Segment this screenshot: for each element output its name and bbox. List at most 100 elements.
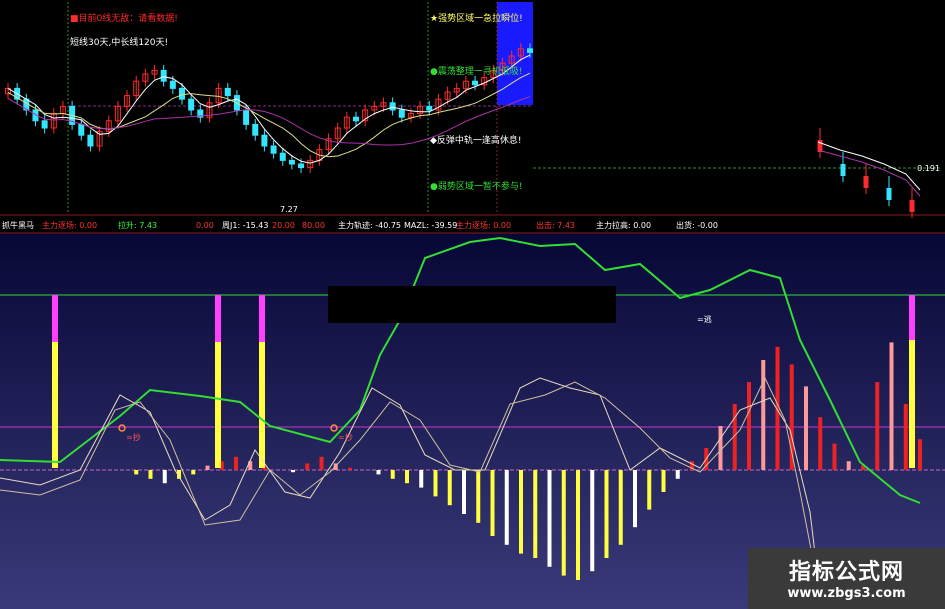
signal-column-top bbox=[259, 295, 265, 342]
histogram-bar bbox=[191, 470, 196, 475]
histogram-bar bbox=[675, 470, 680, 479]
histogram-bar bbox=[590, 470, 595, 572]
indicator-item-6: 80.00 bbox=[302, 221, 325, 230]
price-low-label: 7.27 bbox=[280, 205, 298, 214]
histogram-bar bbox=[875, 382, 880, 470]
indicator-item-8: MAZL: -39.59 bbox=[404, 221, 457, 230]
candle-body bbox=[288, 159, 295, 165]
signal-column-top bbox=[909, 295, 915, 340]
candle-body bbox=[863, 176, 869, 188]
candle-body bbox=[426, 105, 433, 111]
histogram-bar bbox=[490, 470, 495, 536]
signal-column-body bbox=[909, 340, 915, 468]
indicator-item-12: 出货: -0.00 bbox=[676, 220, 718, 230]
histogram-bar bbox=[576, 470, 580, 580]
histogram-bar bbox=[903, 404, 908, 470]
histogram-bar bbox=[390, 470, 395, 479]
candle-body bbox=[398, 109, 405, 118]
histogram-bar bbox=[419, 470, 424, 488]
signal-label-1: =抄 bbox=[126, 432, 141, 442]
candle-body bbox=[353, 116, 359, 122]
indicator-item-3: 0.00 bbox=[196, 221, 214, 230]
annotation-text-2: 短线30天,中长线120天! bbox=[70, 36, 168, 48]
annotation-consolidation: ●震荡整理一寻机低吸! bbox=[430, 65, 522, 77]
price-level-label: 0.191 bbox=[917, 164, 940, 173]
histogram-bar bbox=[319, 456, 324, 470]
candle-body bbox=[188, 98, 195, 111]
signal-column-body bbox=[215, 342, 221, 468]
histogram-bar bbox=[205, 465, 210, 470]
annotation-weak-zone: ●弱势区域一暂不参与! bbox=[430, 180, 522, 192]
signal-column-body bbox=[52, 342, 58, 468]
histogram-bar bbox=[633, 470, 637, 528]
histogram-bar bbox=[162, 470, 167, 484]
indicator-item-1: 主力逐场: 0.00 bbox=[42, 220, 97, 230]
histogram-bar bbox=[661, 470, 666, 492]
candle-body bbox=[87, 134, 94, 147]
candle-body bbox=[472, 80, 479, 86]
histogram-bar bbox=[234, 456, 238, 470]
histogram-bar bbox=[134, 470, 139, 475]
annotation-rebound: ◆反弹中轨一逢高休息! bbox=[430, 134, 522, 146]
candle-body bbox=[279, 152, 286, 161]
histogram-bar bbox=[433, 470, 438, 497]
candle-body bbox=[243, 109, 250, 125]
histogram-bar bbox=[761, 360, 766, 470]
histogram-bar bbox=[889, 342, 894, 470]
indicator-item-7: 主力轨迹: -40.75 bbox=[338, 220, 401, 230]
candle-body bbox=[179, 87, 185, 100]
candle-body bbox=[886, 188, 892, 200]
indicator-item-5: 20.00 bbox=[272, 221, 295, 230]
indicator-item-10: 出击: 7.43 bbox=[536, 220, 575, 230]
indicator-item-4: 周J1: -15.43 bbox=[222, 221, 268, 230]
watermark-title: 指标公式网 bbox=[788, 560, 904, 585]
histogram-bar bbox=[618, 470, 623, 545]
histogram-bar bbox=[846, 461, 851, 470]
histogram-bar bbox=[447, 470, 452, 506]
candle-body bbox=[169, 80, 176, 89]
chart-window: ■目前0线无敌：请看数据! 短线30天,中长线120天! ★强势区域一急拉瞬位! ●震… bbox=[0, 0, 945, 609]
annotation-strong-zone: ★强势区域一急拉瞬位! bbox=[430, 12, 523, 24]
signal-column-body bbox=[259, 342, 265, 468]
annotation-text-1: ■目前0线无敌：请看数据! bbox=[70, 12, 178, 24]
indicator-item-9: 主力逐场: 0.00 bbox=[456, 220, 511, 230]
histogram-bar bbox=[376, 470, 381, 475]
candle-body bbox=[160, 69, 167, 82]
histogram-bar bbox=[832, 443, 837, 470]
watermark: 指标公式网 www.zbgs3.com bbox=[748, 548, 945, 609]
candle-body bbox=[389, 102, 396, 111]
indicator-item-11: 主力拉高: 0.00 bbox=[596, 220, 651, 230]
indicator-item-0: 抓牛黑马 bbox=[2, 220, 34, 230]
signal-label-3: =逃 bbox=[697, 314, 712, 324]
histogram-bar bbox=[804, 386, 808, 470]
candle-body bbox=[840, 164, 846, 176]
candle-body bbox=[261, 134, 268, 147]
candle-body bbox=[270, 145, 277, 154]
histogram-bar bbox=[647, 470, 652, 510]
candle-body bbox=[252, 123, 259, 136]
histogram-bar bbox=[348, 467, 352, 470]
signal-column-top bbox=[215, 295, 221, 342]
histogram-bar bbox=[561, 470, 566, 576]
candle-body bbox=[909, 200, 915, 212]
histogram-bar bbox=[291, 470, 295, 473]
candle-body bbox=[41, 120, 48, 129]
signal-label-2: =抄 bbox=[338, 432, 353, 442]
histogram-bar bbox=[747, 382, 751, 470]
candle-body bbox=[224, 87, 231, 97]
watermark-url: www.zbgs3.com bbox=[787, 586, 906, 601]
candle-body bbox=[298, 163, 305, 169]
candle-body bbox=[527, 48, 533, 53]
candle-body bbox=[78, 123, 85, 136]
histogram-bar bbox=[405, 470, 409, 484]
histogram-bar bbox=[604, 470, 609, 558]
histogram-bar bbox=[547, 470, 552, 567]
signal-column-top bbox=[52, 295, 58, 342]
indicator-item-2: 拉升: 7.43 bbox=[118, 220, 157, 230]
histogram-bar bbox=[148, 470, 153, 479]
histogram-bar bbox=[476, 470, 481, 523]
histogram-bar bbox=[718, 426, 723, 470]
histogram-bar bbox=[305, 463, 310, 470]
histogram-bar bbox=[504, 470, 509, 545]
histogram-bar bbox=[918, 439, 922, 470]
